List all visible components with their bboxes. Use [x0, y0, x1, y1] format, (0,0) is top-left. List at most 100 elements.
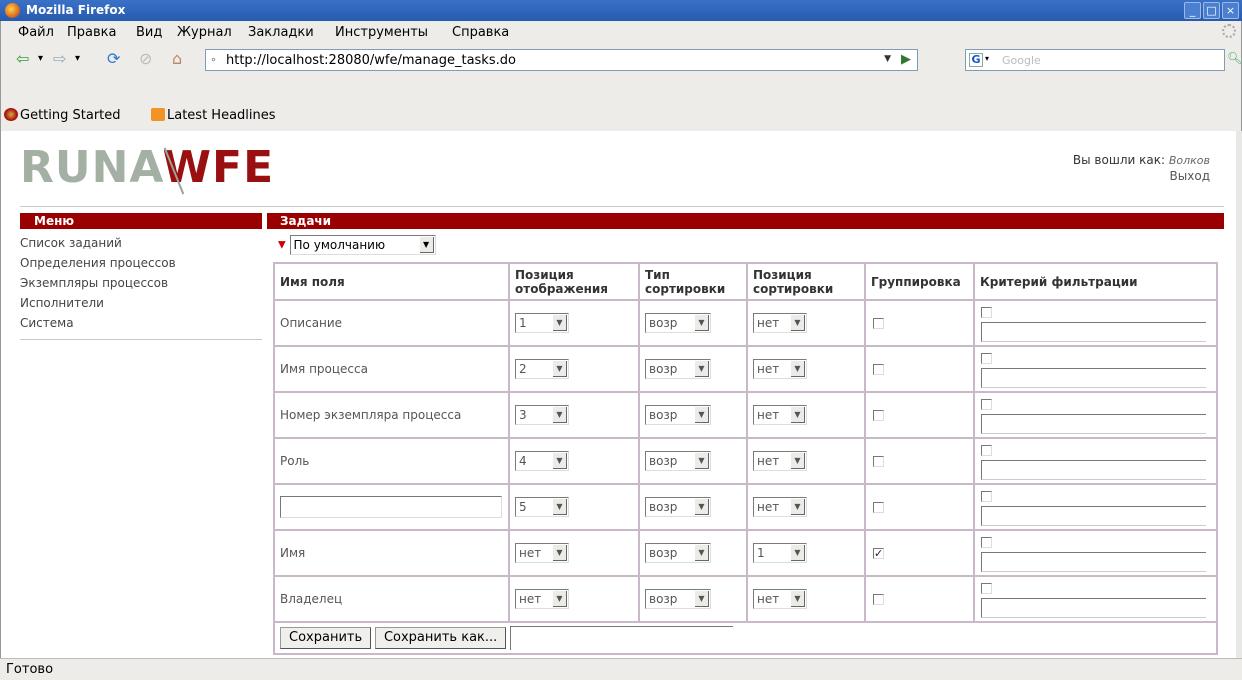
search-engine-dropdown-icon[interactable]: ▾ [985, 54, 989, 63]
vertical-scrollbar[interactable] [1236, 131, 1242, 658]
menu-view[interactable]: Вид [136, 25, 162, 40]
sort-position-select[interactable]: 1 ▼ [753, 543, 807, 563]
field-name-cell: Имя [273, 529, 510, 577]
sort-type-select[interactable]: возр ▼ [645, 497, 711, 517]
col-display-position: Позиция отображения [508, 262, 640, 301]
filter-input[interactable] [981, 598, 1206, 618]
search-icon[interactable]: 🔍︎ [1227, 51, 1242, 65]
filter-checkbox[interactable] [981, 583, 992, 594]
back-icon[interactable]: ⇦ [16, 50, 29, 68]
collapse-arrow-icon[interactable]: ▼ [278, 240, 286, 251]
reload-icon[interactable]: ⟳ [107, 50, 120, 68]
google-engine-icon[interactable]: G [969, 53, 983, 67]
save-button[interactable]: Сохранить [280, 627, 372, 649]
sort-type-select[interactable]: возр ▼ [645, 405, 711, 425]
field-name-cell: Роль [273, 437, 510, 485]
menu-item-task-list[interactable]: Список заданий [20, 233, 262, 253]
menu-bookmarks[interactable]: Закладки [248, 25, 314, 40]
table-row: Номер экземпляра процесса 3 ▼ возр ▼ нет ▼ [273, 391, 1218, 439]
sort-position-select[interactable]: нет ▼ [753, 405, 807, 425]
address-bar[interactable]: ∘ http://localhost:28080/wfe/manage_task… [205, 49, 918, 71]
bookmark-latest-headlines[interactable]: Latest Headlines [151, 108, 276, 123]
sort-position-select[interactable]: нет ▼ [753, 497, 807, 517]
menu-item-process-definitions[interactable]: Определения процессов [20, 253, 262, 273]
home-icon[interactable]: ⌂ [172, 50, 182, 68]
sort-position-select[interactable]: нет ▼ [753, 313, 807, 333]
filter-checkbox[interactable] [981, 491, 992, 502]
sort-type-select[interactable]: возр ▼ [645, 543, 711, 563]
url-text: http://localhost:28080/wfe/manage_tasks.… [226, 53, 516, 68]
filter-cell [973, 575, 1218, 623]
display-position-select[interactable]: нет ▼ [515, 543, 569, 563]
display-position-select[interactable]: 4 ▼ [515, 451, 569, 471]
stop-icon[interactable]: ⊘ [139, 50, 152, 68]
sort-type-select[interactable]: возр ▼ [645, 451, 711, 471]
menu-edit[interactable]: Правка [67, 25, 116, 40]
filter-input[interactable] [981, 322, 1206, 342]
filter-input[interactable] [981, 506, 1206, 526]
go-icon[interactable]: ▶ [901, 52, 911, 67]
menu-file[interactable]: Файл [18, 25, 54, 40]
grouping-checkbox[interactable] [873, 410, 884, 421]
chevron-down-icon: ▼ [791, 499, 805, 515]
filter-checkbox[interactable] [981, 537, 992, 548]
custom-field-input[interactable] [280, 496, 502, 518]
filter-checkbox[interactable] [981, 307, 992, 318]
select-value: нет [757, 454, 780, 468]
bookmark-getting-started[interactable]: Getting Started [4, 108, 121, 123]
filter-input[interactable] [981, 552, 1206, 572]
filter-checkbox[interactable] [981, 445, 992, 456]
forward-icon[interactable]: ⇨ [53, 50, 66, 68]
sort-type-select[interactable]: возр ▼ [645, 359, 711, 379]
display-position-select[interactable]: 2 ▼ [515, 359, 569, 379]
grouping-checkbox[interactable] [873, 594, 884, 605]
chevron-down-icon: ▼ [695, 407, 709, 423]
actions-cell: Сохранить Сохранить как... [273, 621, 1218, 655]
menu-history[interactable]: Журнал [177, 25, 232, 40]
grouping-checkbox[interactable] [873, 502, 884, 513]
select-value: возр [649, 592, 678, 606]
save-as-name-input[interactable] [510, 626, 734, 650]
logout-link[interactable]: Выход [1073, 169, 1210, 183]
menu-item-process-instances[interactable]: Экземпляры процессов [20, 273, 262, 293]
save-as-button[interactable]: Сохранить как... [374, 627, 507, 649]
display-position-select[interactable]: 1 ▼ [515, 313, 569, 333]
filter-input[interactable] [981, 460, 1206, 480]
header-divider [20, 206, 1224, 207]
maximize-button[interactable]: □ [1203, 2, 1220, 19]
grouping-checkbox[interactable] [873, 456, 884, 467]
display-position-select[interactable]: 5 ▼ [515, 497, 569, 517]
select-value: нет [519, 546, 542, 560]
sort-position-select[interactable]: нет ▼ [753, 359, 807, 379]
sort-position-select[interactable]: нет ▼ [753, 451, 807, 471]
search-box[interactable]: G ▾ Google [965, 49, 1225, 71]
sort-type-select[interactable]: возр ▼ [645, 589, 711, 609]
filter-checkbox[interactable] [981, 399, 992, 410]
display-position-select[interactable]: 3 ▼ [515, 405, 569, 425]
back-dropdown-icon[interactable]: ▾ [38, 50, 43, 68]
grouping-checkbox[interactable]: ✓ [873, 548, 884, 559]
minimize-button[interactable]: _ [1184, 2, 1201, 19]
sort-type-cell: возр ▼ [638, 437, 748, 485]
menu-item-system[interactable]: Система [20, 313, 262, 333]
display-position-select[interactable]: нет ▼ [515, 589, 569, 609]
filter-checkbox[interactable] [981, 353, 992, 364]
close-button[interactable]: × [1222, 2, 1239, 19]
menu-help[interactable]: Справка [452, 25, 509, 40]
sort-type-cell: возр ▼ [638, 483, 748, 531]
preset-select[interactable]: По умолчанию ▼ [289, 235, 436, 255]
select-value: 1 [757, 546, 765, 560]
grouping-checkbox[interactable] [873, 318, 884, 329]
sort-type-select[interactable]: возр ▼ [645, 313, 711, 333]
menu-item-executors[interactable]: Исполнители [20, 293, 262, 313]
grouping-checkbox[interactable] [873, 364, 884, 375]
runawfe-logo: RUNAWFE [20, 142, 274, 195]
sort-position-select[interactable]: нет ▼ [753, 589, 807, 609]
url-dropdown-icon[interactable]: ▼ [884, 54, 891, 64]
chevron-down-icon: ▼ [695, 315, 709, 331]
filter-input[interactable] [981, 368, 1206, 388]
forward-dropdown-icon[interactable]: ▾ [75, 50, 80, 68]
navigation-toolbar: ⇦ ▾ ⇨ ▾ ⟳ ⊘ ⌂ ∘ http://localhost:28080/w… [0, 45, 1242, 75]
menu-tools[interactable]: Инструменты [335, 25, 428, 40]
filter-input[interactable] [981, 414, 1206, 434]
